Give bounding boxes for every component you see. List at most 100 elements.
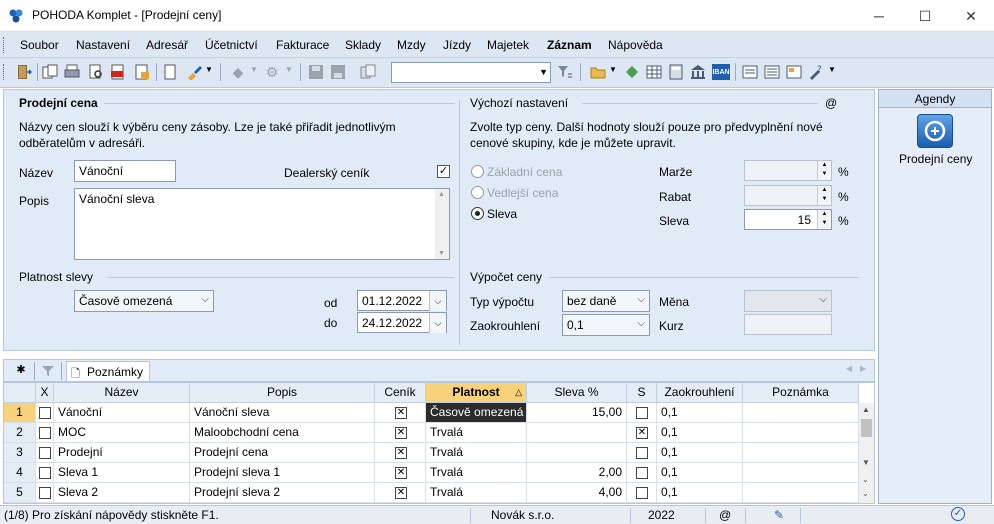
- menu-nastaveni[interactable]: Nastavení: [76, 38, 130, 52]
- typ-combo[interactable]: bez daně ⌵: [562, 290, 650, 312]
- check-circle-icon[interactable]: ✓: [951, 507, 965, 521]
- menu-grip[interactable]: [3, 37, 6, 53]
- tab-scroll-left-icon[interactable]: ◀: [846, 364, 852, 373]
- chevron-down-icon[interactable]: ▼: [250, 65, 258, 74]
- calculator-icon[interactable]: [668, 64, 684, 80]
- grid-vertical-scrollbar[interactable]: ▲ ▼ ⌄ ⌄: [859, 403, 874, 503]
- dealer-checkbox[interactable]: ✓: [437, 165, 450, 178]
- cell-x[interactable]: [36, 403, 54, 423]
- cell-cenik[interactable]: ✕: [375, 423, 426, 443]
- cell-popis[interactable]: Prodejní sleva 2: [190, 483, 375, 503]
- cell-pozn[interactable]: [743, 443, 859, 463]
- cell-s[interactable]: ✕: [627, 423, 657, 443]
- cell-checkbox[interactable]: [636, 407, 648, 419]
- cell-checkbox[interactable]: ✕: [395, 427, 407, 439]
- pdf-icon[interactable]: [110, 64, 126, 80]
- scroll-thumb[interactable]: [861, 419, 872, 437]
- money-icon[interactable]: [624, 64, 640, 80]
- radio-zakladni[interactable]: [471, 165, 484, 178]
- cell-nazev[interactable]: Sleva 2: [54, 483, 190, 503]
- radio-vedlejsi[interactable]: [471, 186, 484, 199]
- new-record-icon[interactable]: [162, 64, 178, 80]
- platnost-combo[interactable]: Časově omezená ⌵: [74, 290, 214, 312]
- popis-textarea[interactable]: Vánoční sleva ▲ ▼: [74, 188, 450, 260]
- cell-nazev[interactable]: Vánoční: [54, 403, 190, 423]
- cell-checkbox[interactable]: [39, 467, 51, 479]
- chevron-down-icon[interactable]: ▼: [205, 65, 213, 74]
- cell-n[interactable]: 3: [4, 443, 36, 463]
- col-header-sleva[interactable]: Sleva %: [527, 383, 627, 403]
- cell-x[interactable]: [36, 483, 54, 503]
- menu-ucetnictvi[interactable]: Účetnictví: [205, 38, 258, 52]
- menu-jizdy[interactable]: Jízdy: [443, 38, 471, 52]
- table-row[interactable]: 2 MOC Maloobchodní cena ✕ Trvalá ✕ 0,1: [4, 423, 859, 443]
- door-exit-icon[interactable]: [16, 64, 32, 80]
- print-preview-icon[interactable]: [88, 64, 104, 80]
- cell-pozn[interactable]: [743, 463, 859, 483]
- filter-icon[interactable]: [557, 64, 573, 80]
- folder-icon[interactable]: [590, 64, 606, 80]
- col-header-zaokrouhleni[interactable]: Zaokrouhlení: [657, 383, 743, 403]
- cell-platnost[interactable]: Časově omezená: [426, 403, 527, 423]
- copy-records-icon[interactable]: [42, 64, 58, 80]
- cell-checkbox[interactable]: [39, 407, 51, 419]
- pen-icon[interactable]: ✎: [774, 508, 784, 522]
- menu-zaznam[interactable]: Záznam: [547, 38, 592, 52]
- cell-popis[interactable]: Vánoční sleva: [190, 403, 375, 423]
- table-row[interactable]: 1 Vánoční Vánoční sleva ✕ Časově omezená 15,0…: [4, 403, 859, 423]
- cell-checkbox[interactable]: ✕: [395, 447, 407, 459]
- col-header-poznamka[interactable]: Poznámka: [743, 383, 859, 403]
- menu-napoveda[interactable]: Nápověda: [608, 38, 663, 52]
- cell-nazev[interactable]: Prodejní: [54, 443, 190, 463]
- do-date-input[interactable]: 24.12.2022 ⌵: [357, 312, 447, 333]
- cell-pozn[interactable]: [743, 403, 859, 423]
- menu-fakturace[interactable]: Fakturace: [276, 38, 329, 52]
- cell-checkbox[interactable]: ✕: [395, 487, 407, 499]
- chevron-down-icon[interactable]: ⌵: [429, 313, 446, 333]
- cell-checkbox[interactable]: ✕: [636, 427, 648, 439]
- cell-s[interactable]: [627, 483, 657, 503]
- arrow-left-icon[interactable]: ◆: [230, 64, 246, 80]
- cell-popis[interactable]: Prodejní sleva 1: [190, 463, 375, 483]
- cell-checkbox[interactable]: [39, 427, 51, 439]
- iban-icon[interactable]: IBAN: [712, 64, 730, 80]
- menu-adresar[interactable]: Adresář: [146, 38, 188, 52]
- toolbar-grip[interactable]: [3, 64, 6, 80]
- cell-cenik[interactable]: ✕: [375, 483, 426, 503]
- cell-zaok[interactable]: 0,1: [657, 423, 743, 443]
- radio-sleva[interactable]: [471, 207, 484, 220]
- close-button[interactable]: ✕: [948, 0, 994, 32]
- chevron-down-icon[interactable]: ▼: [285, 65, 293, 74]
- menu-mzdy[interactable]: Mzdy: [397, 38, 426, 52]
- cell-x[interactable]: [36, 463, 54, 483]
- gear-icon[interactable]: ⚙: [264, 64, 280, 80]
- cell-pozn[interactable]: [743, 423, 859, 443]
- col-header-nazev[interactable]: Název: [54, 383, 190, 403]
- chevron-down-icon[interactable]: ▼: [828, 65, 836, 74]
- cell-pozn[interactable]: [743, 483, 859, 503]
- cell-platnost[interactable]: Trvalá: [426, 423, 527, 443]
- cell-checkbox[interactable]: [636, 447, 648, 459]
- cell-s[interactable]: [627, 463, 657, 483]
- nazev-input[interactable]: Vánoční: [74, 160, 176, 182]
- cell-n[interactable]: 5: [4, 483, 36, 503]
- scroll-page-down-icon[interactable]: ⌄: [862, 475, 869, 484]
- calendar-grid-icon[interactable]: [646, 64, 662, 80]
- cell-sleva[interactable]: 4,00: [527, 483, 627, 503]
- zaok-combo[interactable]: 0,1 ⌵: [562, 314, 650, 336]
- col-header-x[interactable]: X: [36, 383, 54, 403]
- cell-nazev[interactable]: MOC: [54, 423, 190, 443]
- minimize-button[interactable]: ─: [856, 0, 902, 32]
- menu-majetek[interactable]: Majetek: [487, 38, 529, 52]
- cell-zaok[interactable]: 0,1: [657, 443, 743, 463]
- bank-icon[interactable]: [690, 64, 706, 80]
- table-row[interactable]: 3 Prodejní Prodejní cena ✕ Trvalá 0,1: [4, 443, 859, 463]
- cell-sleva[interactable]: [527, 443, 627, 463]
- save-icon[interactable]: [308, 64, 324, 80]
- cell-s[interactable]: [627, 403, 657, 423]
- chevron-down-icon[interactable]: ⌵: [429, 291, 446, 311]
- col-header-rownum[interactable]: [4, 383, 36, 403]
- scroll-down-icon[interactable]: ▼: [862, 458, 870, 467]
- cell-n[interactable]: 2: [4, 423, 36, 443]
- scroll-up-icon[interactable]: ▲: [862, 405, 870, 414]
